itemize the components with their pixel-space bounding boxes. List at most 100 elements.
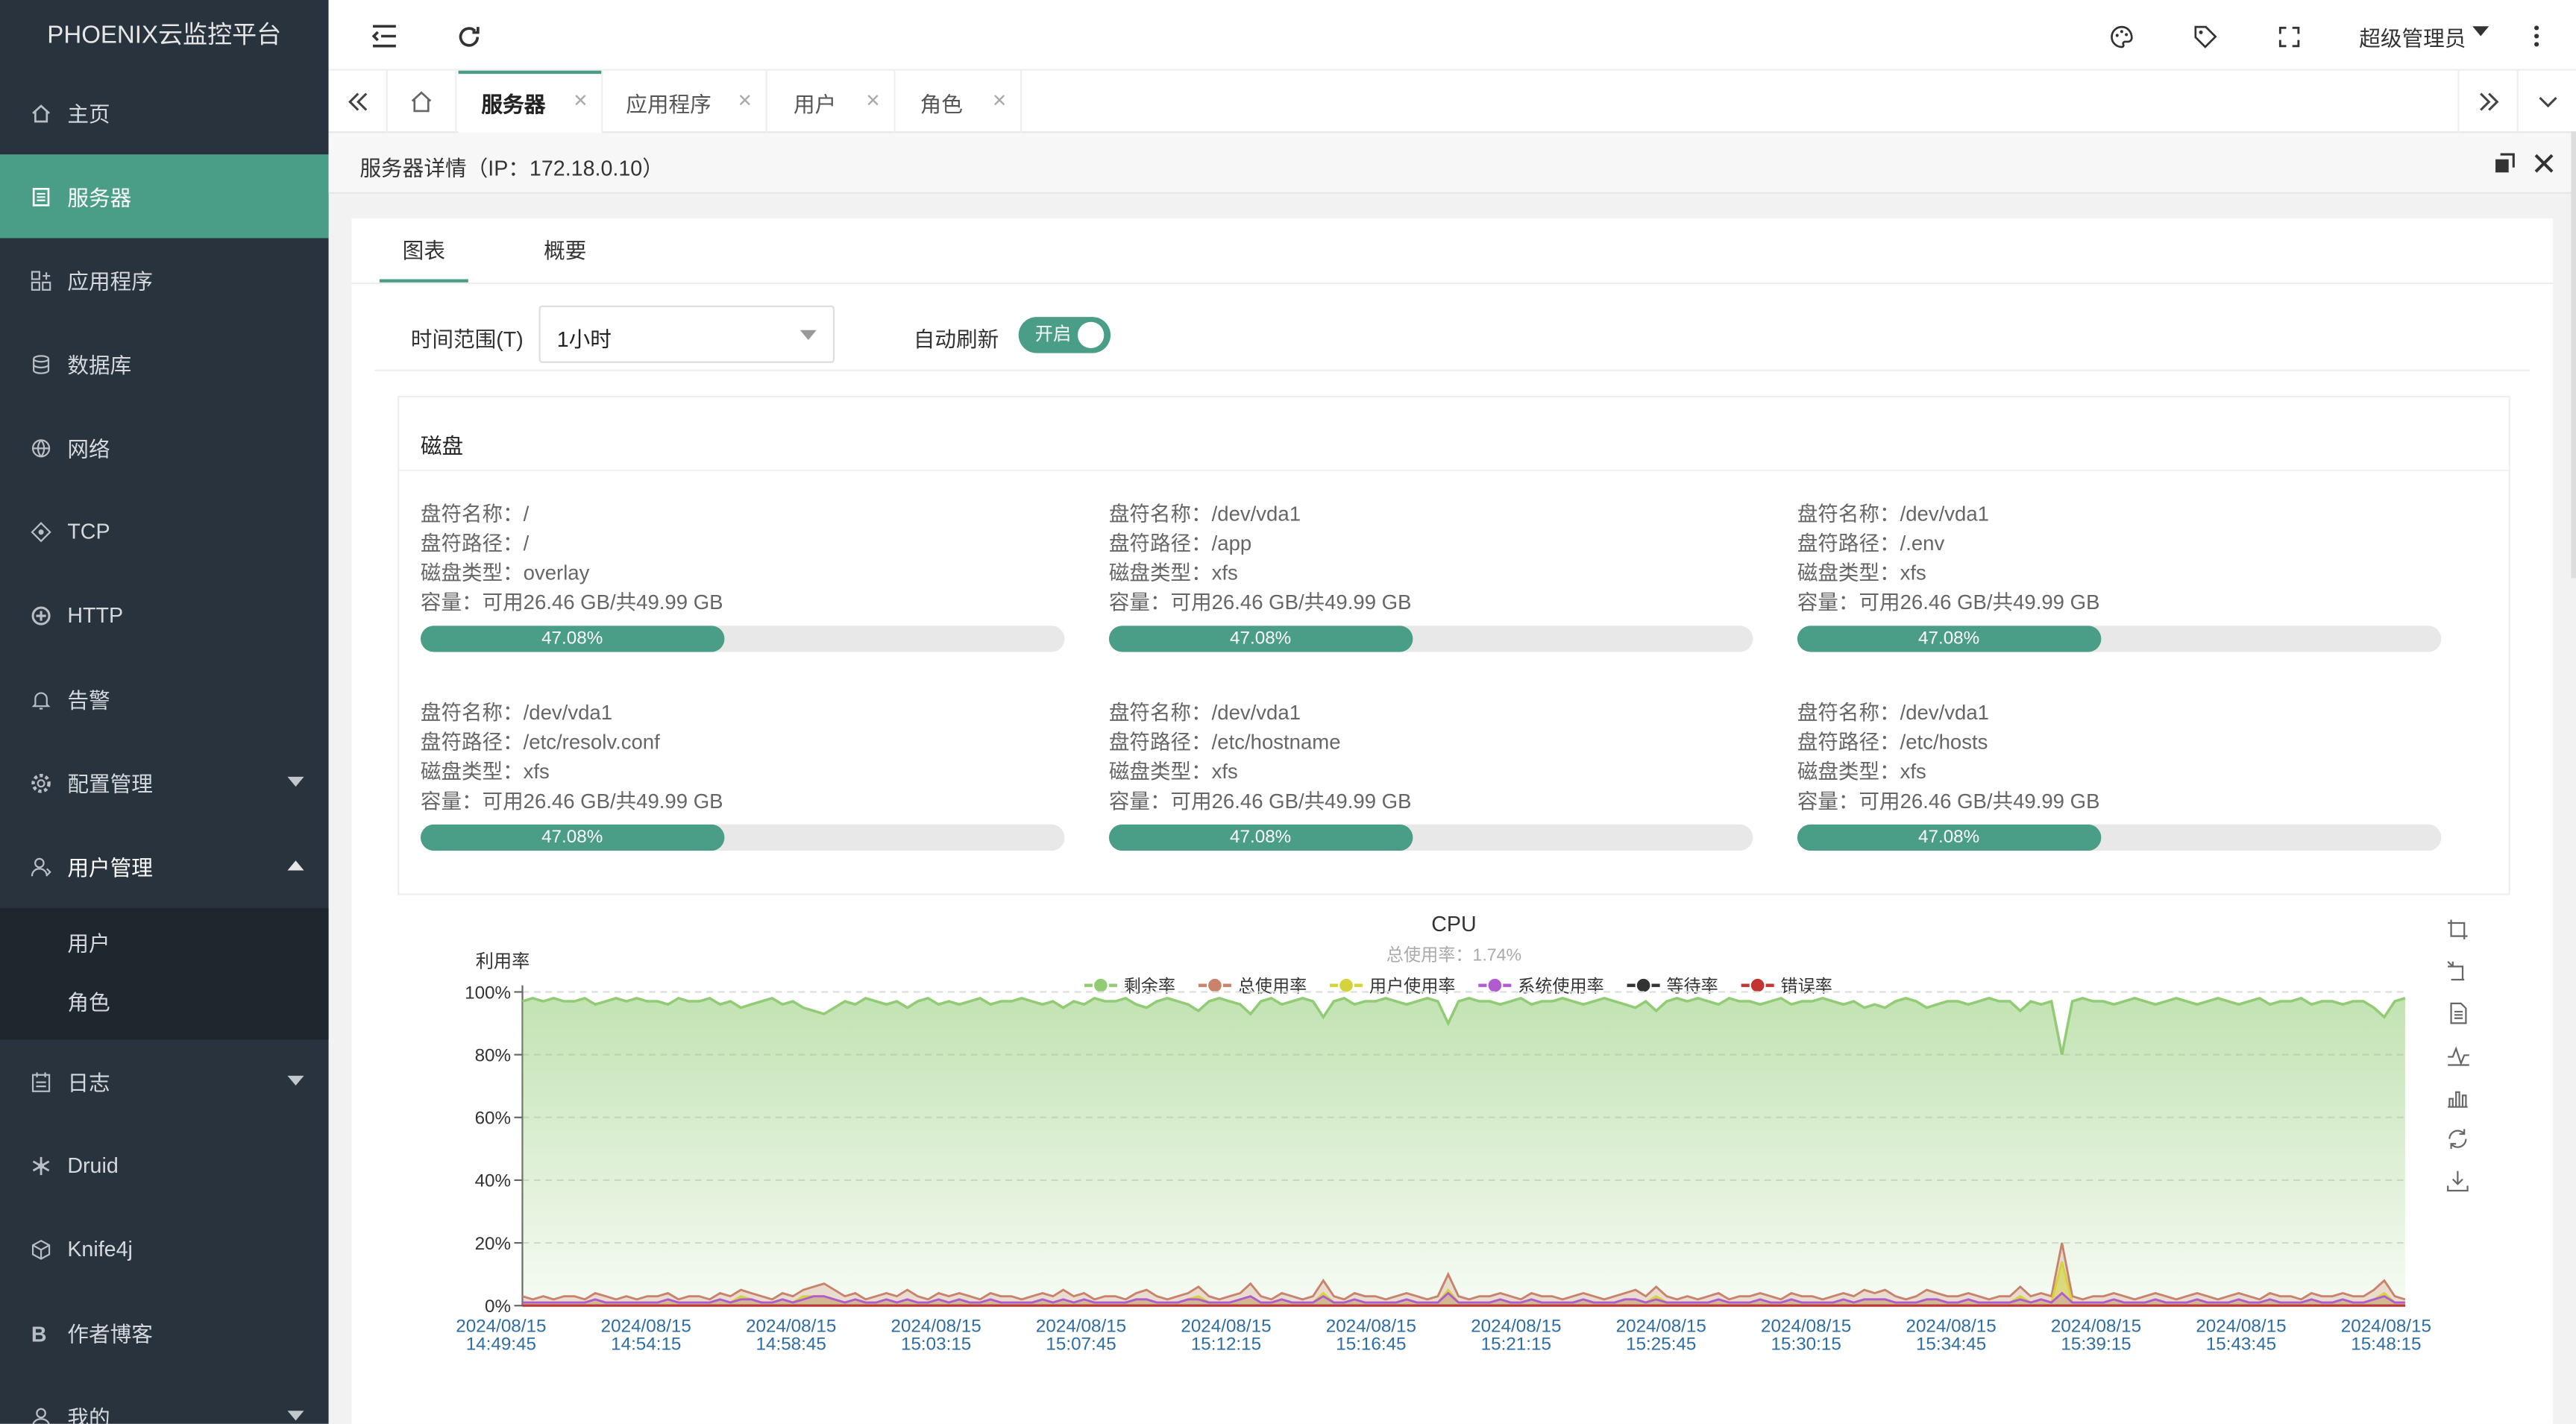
home-icon <box>30 101 53 124</box>
disk-capacity-row: 容量：可用26.46 GB/共49.99 GB <box>1108 591 1412 614</box>
sidebar-item-http[interactable]: HTTP <box>0 573 329 657</box>
sidebar-item-bell[interactable]: 告警 <box>0 657 329 740</box>
bar-chart-icon[interactable] <box>2448 1091 2468 1108</box>
sidebar-item-blog[interactable]: B 作者博客 <box>0 1291 329 1374</box>
disk-type-row: 磁盘类型：xfs <box>1797 561 1926 585</box>
sidebar-item-person[interactable]: 我的 <box>0 1375 329 1424</box>
x-tick-label: 15:25:45 <box>1626 1335 1696 1355</box>
legend-marker[interactable] <box>1749 977 1766 994</box>
disk-usage-fill: 47.08% <box>1797 824 2101 851</box>
x-tick-label: 15:30:15 <box>1771 1335 1841 1355</box>
legend-marker[interactable] <box>1338 977 1355 994</box>
sidebar-item-label: 我的 <box>67 1405 110 1424</box>
line-chart-icon[interactable] <box>2448 1046 2469 1066</box>
submenu-item[interactable]: 用户 <box>0 915 329 974</box>
close-tab-icon[interactable]: ✕ <box>992 90 1007 111</box>
disk-name-row: 盘符名称：/dev/vda1 <box>1797 503 1990 526</box>
auto-refresh-toggle[interactable]: 开启 <box>1018 317 1111 353</box>
y-tick-label: 80% <box>475 1045 511 1065</box>
disk-capacity-row: 容量：可用26.46 GB/共49.99 GB <box>1797 790 2100 813</box>
x-tick-label: 2024/08/15 <box>456 1316 546 1336</box>
fullscreen-icon[interactable] <box>2270 18 2306 54</box>
tab-overview[interactable]: 概要 <box>544 218 586 283</box>
time-range-select[interactable]: 1小时 <box>538 305 835 363</box>
tag-icon[interactable] <box>2187 18 2222 54</box>
sidebar-item-log[interactable]: 日志 <box>0 1039 329 1123</box>
detail-title: 服务器详情（IP：172.18.0.10） <box>359 156 664 181</box>
page-scrollbar[interactable] <box>2571 131 2576 579</box>
disk-type-row: 磁盘类型：xfs <box>1108 760 1238 784</box>
tabs-scroll-right-icon[interactable] <box>2457 70 2516 133</box>
more-vertical-icon[interactable] <box>2519 18 2554 54</box>
refresh-icon[interactable] <box>450 18 486 54</box>
sidebar-item-home[interactable]: 主页 <box>0 71 329 154</box>
x-tick-label: 14:54:15 <box>611 1335 681 1355</box>
sidebar-item-label: Druid <box>67 1153 119 1178</box>
legend-marker[interactable] <box>1635 977 1652 994</box>
sidebar-item-label: 数据库 <box>67 353 132 378</box>
sidebar-item-label: 作者博客 <box>67 1322 153 1347</box>
x-tick-label: 2024/08/15 <box>891 1316 981 1336</box>
sidebar-item-app[interactable]: 应用程序 <box>0 238 329 321</box>
data-view-icon[interactable] <box>2450 1002 2467 1024</box>
tab-label: 用户 <box>793 91 837 116</box>
disk-type-row: 磁盘类型：overlay <box>420 561 590 585</box>
chevron-down-icon <box>287 1411 304 1421</box>
x-tick-label: 15:39:15 <box>2061 1335 2131 1355</box>
legend-marker[interactable] <box>1486 977 1504 994</box>
disk-card: 盘符名称：/dev/vda1 盘符路径：/etc/resolv.conf 磁盘类型：… <box>420 698 1065 851</box>
zoom-icon[interactable] <box>2448 919 2468 940</box>
user-menu[interactable]: 超级管理员 <box>2359 22 2466 53</box>
sidebar-item-gear[interactable]: 配置管理 <box>0 740 329 824</box>
sidebar-item-tcp[interactable]: TCP <box>0 489 329 573</box>
x-tick-label: 14:49:45 <box>466 1335 536 1355</box>
maximize-window-icon[interactable] <box>2494 153 2516 183</box>
disk-card: 盘符名称：/ 盘符路径：/ 磁盘类型：overlay 容量：可用26.46 GB/共4… <box>420 500 1065 652</box>
tabs-dropdown-icon[interactable] <box>2516 70 2576 133</box>
tab-home-icon[interactable] <box>388 70 457 133</box>
restore-icon[interactable] <box>2448 1129 2467 1149</box>
tabs-scroll-left-icon[interactable] <box>329 70 388 133</box>
disk-usage-bar: 47.08% <box>1108 824 1753 851</box>
sidebar-item-database[interactable]: 数据库 <box>0 322 329 406</box>
close-tab-icon[interactable]: ✕ <box>865 90 880 111</box>
tab-role[interactable]: 角色 ✕ <box>897 70 1022 133</box>
sidebar-item-label: HTTP <box>67 602 124 628</box>
theme-palette-icon[interactable] <box>2103 18 2139 54</box>
legend-marker[interactable] <box>1092 977 1109 994</box>
close-tab-icon[interactable]: ✕ <box>573 90 588 111</box>
disk-card: 盘符名称：/dev/vda1 盘符路径：/etc/hosts 磁盘类型：xfs 容量：… <box>1797 698 2442 851</box>
cpu-chart: CPU 总使用率：1.74% 利用率 剩余率 总使用率 用户使用率 系统使用率 等待率 错误率 0… <box>398 898 2510 1424</box>
x-tick-label: 15:16:45 <box>1336 1335 1406 1355</box>
tab-chart[interactable]: 图表 <box>379 218 468 283</box>
sidebar-item-user[interactable]: 用户管理 <box>0 825 329 908</box>
x-tick-label: 15:43:45 <box>2206 1335 2276 1355</box>
tab-user[interactable]: 用户 ✕ <box>770 70 896 133</box>
tab-application[interactable]: 应用程序 ✕ <box>603 70 767 133</box>
x-tick-label: 15:03:15 <box>901 1335 971 1355</box>
network-icon <box>30 436 53 459</box>
tab-server[interactable]: 服务器 ✕ <box>458 70 603 133</box>
y-tick-label: 40% <box>475 1171 511 1191</box>
download-icon[interactable] <box>2447 1171 2469 1192</box>
disk-usage-fill: 47.08% <box>420 824 724 851</box>
sidebar-item-network[interactable]: 网络 <box>0 406 329 489</box>
close-tab-icon[interactable]: ✕ <box>738 90 753 111</box>
x-tick-label: 2024/08/15 <box>1326 1316 1416 1336</box>
disk-path-row: 盘符路径：/app <box>1108 532 1252 555</box>
sidebar-item-server[interactable]: 服务器 <box>0 154 329 239</box>
chevron-down-icon <box>287 1075 304 1086</box>
sidebar-item-druid[interactable]: Druid <box>0 1124 329 1207</box>
sidebar-item-label: 用户管理 <box>67 855 153 880</box>
sidebar-item-knife4j[interactable]: Knife4j <box>0 1207 329 1291</box>
menu-collapse-icon[interactable] <box>366 18 402 54</box>
toggle-state: 开启 <box>1034 325 1072 345</box>
close-icon[interactable] <box>2533 153 2555 183</box>
auto-refresh-label: 自动刷新 <box>913 327 999 352</box>
disk-capacity-row: 容量：可用26.46 GB/共49.99 GB <box>420 591 723 614</box>
legend-marker[interactable] <box>1206 977 1223 994</box>
y-tick-label: 100% <box>465 983 511 1003</box>
submenu-item[interactable]: 角色 <box>0 974 329 1033</box>
svg-text:B: B <box>31 1323 47 1344</box>
zoom-reset-icon[interactable] <box>2447 960 2465 981</box>
